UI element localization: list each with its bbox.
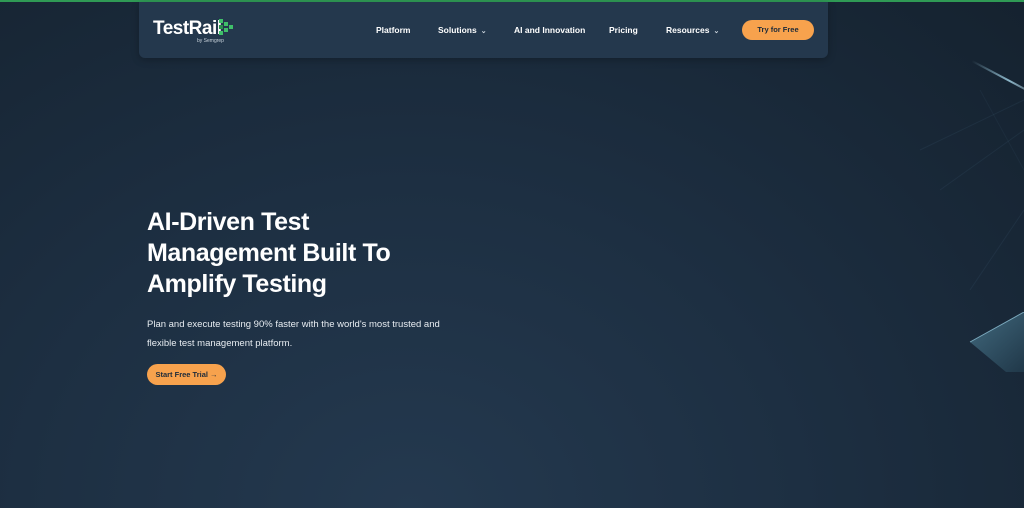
navbar: TestRail by Semgrep Platform Solutions ⌄ … <box>139 2 828 58</box>
hero-subtitle: Plan and execute testing 90% faster with… <box>147 319 440 349</box>
nav-item-resources[interactable]: Resources ⌄ <box>666 25 719 35</box>
nav-item-solutions[interactable]: Solutions ⌄ <box>438 25 487 35</box>
nav-item-label: Pricing <box>609 25 638 35</box>
nav-item-label: AI and Innovation <box>514 25 586 35</box>
decorative-device-panel <box>969 312 1024 372</box>
main-nav: Platform Solutions ⌄ AI and Innovation Pr… <box>139 2 828 58</box>
nav-item-ai-innovation[interactable]: AI and Innovation <box>514 25 585 35</box>
nav-item-pricing[interactable]: Pricing <box>609 25 638 35</box>
nav-item-platform[interactable]: Platform <box>376 25 410 35</box>
try-for-free-button[interactable]: Try for Free <box>742 20 814 40</box>
chevron-down-icon: ⌄ <box>713 28 720 35</box>
nav-item-label: Solutions <box>438 25 477 35</box>
nav-item-label: Platform <box>376 25 411 35</box>
hero-title: AI-Driven Test Management Built To Ampli… <box>147 208 391 298</box>
hero-section: AI-Driven Test Management Built To Ampli… <box>147 207 507 385</box>
decorative-grid <box>919 90 1024 291</box>
chevron-down-icon: ⌄ <box>480 28 487 35</box>
nav-item-label: Resources <box>666 25 710 35</box>
start-free-trial-button[interactable]: Start Free Trial → <box>147 364 226 385</box>
